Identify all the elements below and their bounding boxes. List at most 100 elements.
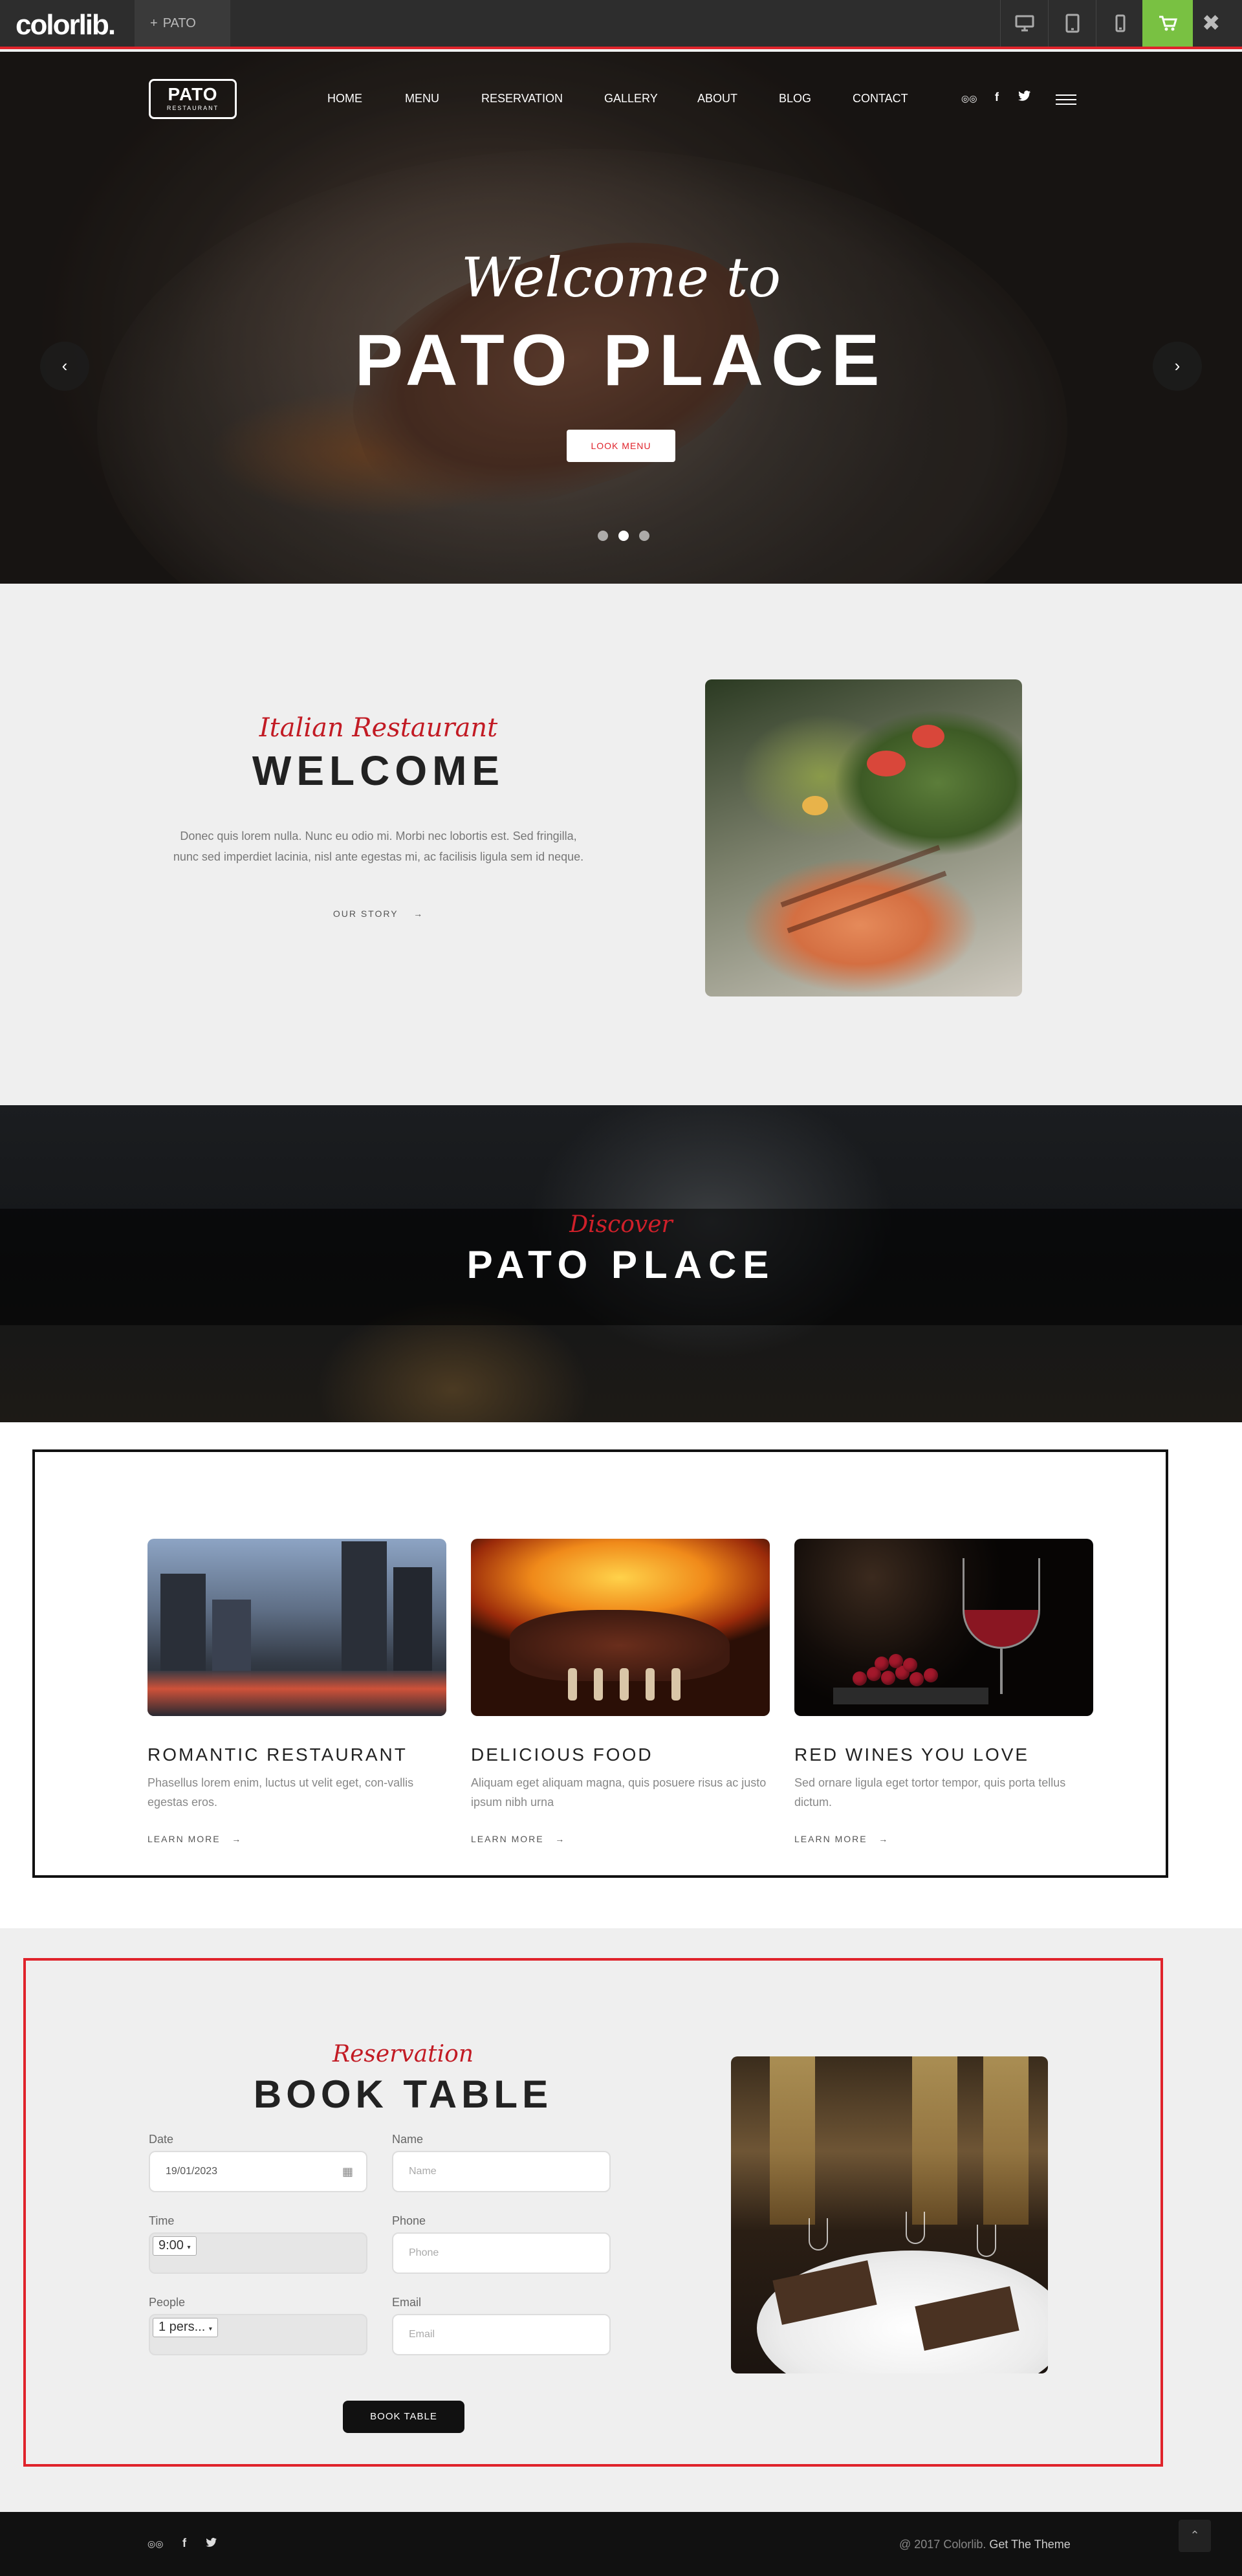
site-logo[interactable]: PATO RESTAURANT xyxy=(149,79,237,119)
people-select[interactable]: 1 pers... ▾ xyxy=(153,2318,218,2337)
building-shape xyxy=(212,1600,251,1677)
colorlib-logo[interactable]: colorlib. xyxy=(16,9,116,41)
learn-more-label: LEARN MORE xyxy=(794,1834,867,1844)
back-to-top-icon[interactable]: ⌃ xyxy=(1179,2520,1211,2552)
nav-item-contact[interactable]: CONTACT xyxy=(853,92,908,105)
logo-sub: RESTAURANT xyxy=(166,105,219,111)
welcome-title: WELCOME xyxy=(252,747,505,794)
glass-shape xyxy=(906,2212,925,2244)
window-shape xyxy=(983,2056,1029,2225)
copyright-text: @ 2017 Colorlib. Get The Theme xyxy=(899,2538,1071,2551)
people-label: People xyxy=(149,2296,186,2309)
plus-icon: + xyxy=(150,16,158,30)
road-shape xyxy=(147,1671,446,1716)
theme-tab[interactable]: + PATO xyxy=(135,0,230,47)
tripadvisor-icon[interactable]: ◎◎ xyxy=(961,93,977,104)
nav-item-gallery[interactable]: GALLERY xyxy=(604,92,658,105)
slider-dot-active[interactable] xyxy=(618,531,629,541)
look-menu-button[interactable]: LOOK MENU xyxy=(567,430,675,462)
feature-text: Aliquam eget aliquam magna, quis posuere… xyxy=(471,1776,767,1809)
bone-shape xyxy=(646,1668,655,1701)
get-theme-link[interactable]: Get The Theme xyxy=(989,2538,1070,2551)
reservation-title: BOOK TABLE xyxy=(253,2073,553,2116)
phone-field[interactable]: Phone xyxy=(392,2232,611,2274)
name-label: Name xyxy=(392,2133,424,2146)
theme-tab-label: PATO xyxy=(162,16,196,30)
email-field[interactable]: Email xyxy=(392,2314,611,2355)
slider-dots xyxy=(598,531,649,541)
copyright-label: @ 2017 Colorlib. xyxy=(899,2538,986,2551)
date-field[interactable]: 19/01/2023 ▦ xyxy=(149,2151,367,2192)
site-footer: ◎◎ f @ 2017 Colorlib. Get The Theme ⌃ xyxy=(0,2512,1242,2576)
building-shape xyxy=(160,1574,206,1677)
name-field[interactable]: Name xyxy=(392,2151,611,2192)
twitter-icon[interactable] xyxy=(1018,91,1031,104)
nav-item-blog[interactable]: BLOG xyxy=(779,92,811,105)
grape-shape xyxy=(889,1654,903,1668)
features-section: ROMANTIC RESTAURANT Phasellus lorem enim… xyxy=(0,1422,1242,1928)
grill-mark xyxy=(787,870,947,934)
welcome-section: Italian Restaurant WELCOME Donec quis lo… xyxy=(0,584,1242,1105)
feature-text: Sed ornare ligula eget tortor tempor, qu… xyxy=(794,1776,1066,1809)
feature-card: DELICIOUS FOOD Aliquam eget aliquam magn… xyxy=(471,1539,770,1844)
learn-more-link[interactable]: LEARN MORE → xyxy=(147,1834,446,1844)
footer-twitter-icon[interactable] xyxy=(206,2537,217,2550)
slider-next-arrow-icon[interactable]: › xyxy=(1153,342,1202,391)
nav-item-reservation[interactable]: RESERVATION xyxy=(481,92,563,105)
grape-shape xyxy=(910,1672,924,1686)
people-value: 1 pers... xyxy=(158,2320,206,2334)
cart-icon[interactable] xyxy=(1142,0,1193,47)
mobile-icon[interactable] xyxy=(1096,0,1144,47)
nav-item-about[interactable]: ABOUT xyxy=(697,92,737,105)
date-value: 19/01/2023 xyxy=(166,2166,218,2177)
tomato-shape xyxy=(912,725,944,748)
slider-prev-arrow-icon[interactable]: ‹ xyxy=(40,342,89,391)
grape-shape xyxy=(853,1671,867,1686)
nav-item-menu[interactable]: MENU xyxy=(405,92,439,105)
learn-more-link[interactable]: LEARN MORE → xyxy=(794,1834,1093,1844)
logo-main: PATO xyxy=(168,84,218,104)
close-icon[interactable]: ✖ xyxy=(1202,10,1221,36)
feature-title: ROMANTIC RESTAURANT xyxy=(147,1745,408,1765)
hero-subtitle: Welcome to xyxy=(461,246,781,309)
grape-shape xyxy=(924,1668,938,1682)
book-table-button[interactable]: BOOK TABLE xyxy=(343,2401,464,2433)
welcome-subtitle: Italian Restaurant xyxy=(259,713,498,743)
bone-shape xyxy=(594,1668,603,1701)
tomato-shape xyxy=(867,751,906,776)
slider-dot[interactable] xyxy=(598,531,608,541)
city-street-image xyxy=(147,1539,446,1716)
learn-more-label: LEARN MORE xyxy=(147,1834,221,1844)
feature-text: Phasellus lorem enim, luctus ut velit eg… xyxy=(147,1776,414,1809)
facebook-icon[interactable]: f xyxy=(995,91,999,104)
feature-card: RED WINES YOU LOVE Sed ornare ligula ege… xyxy=(794,1539,1093,1844)
chevron-down-icon: ▾ xyxy=(187,2244,191,2251)
arrow-right-icon: → xyxy=(878,1834,889,1844)
dining-table-image xyxy=(731,2056,1048,2373)
discover-banner: Discover PATO PLACE xyxy=(0,1105,1242,1422)
building-shape xyxy=(393,1567,432,1677)
time-select[interactable]: 9:00 ▾ xyxy=(153,2236,197,2256)
tablet-icon[interactable] xyxy=(1048,0,1096,47)
desktop-icon[interactable] xyxy=(1000,0,1048,47)
chevron-down-icon: ▾ xyxy=(208,2326,212,2333)
time-field: 9:00 ▾ xyxy=(149,2232,367,2274)
nav-item-home[interactable]: HOME xyxy=(327,92,362,105)
discover-title: PATO PLACE xyxy=(466,1243,776,1286)
hamburger-menu-icon[interactable] xyxy=(1056,94,1076,105)
our-story-link[interactable]: OUR STORY → xyxy=(168,908,589,919)
learn-more-link[interactable]: LEARN MORE → xyxy=(471,1834,770,1844)
arrow-right-icon: → xyxy=(555,1834,566,1844)
grill-mark xyxy=(780,844,941,908)
discover-subtitle: Discover xyxy=(569,1211,673,1238)
footer-tripadvisor-icon[interactable]: ◎◎ xyxy=(147,2538,163,2549)
bone-shape xyxy=(620,1668,629,1701)
footer-facebook-icon[interactable]: f xyxy=(182,2537,186,2550)
email-label: Email xyxy=(392,2296,422,2309)
feature-title: RED WINES YOU LOVE xyxy=(794,1745,1030,1765)
calendar-icon[interactable]: ▦ xyxy=(342,2152,353,2191)
glass-stem-shape xyxy=(1000,1649,1003,1694)
grilled-ribs-image xyxy=(471,1539,770,1716)
slider-dot[interactable] xyxy=(639,531,649,541)
our-story-label: OUR STORY xyxy=(332,908,398,919)
